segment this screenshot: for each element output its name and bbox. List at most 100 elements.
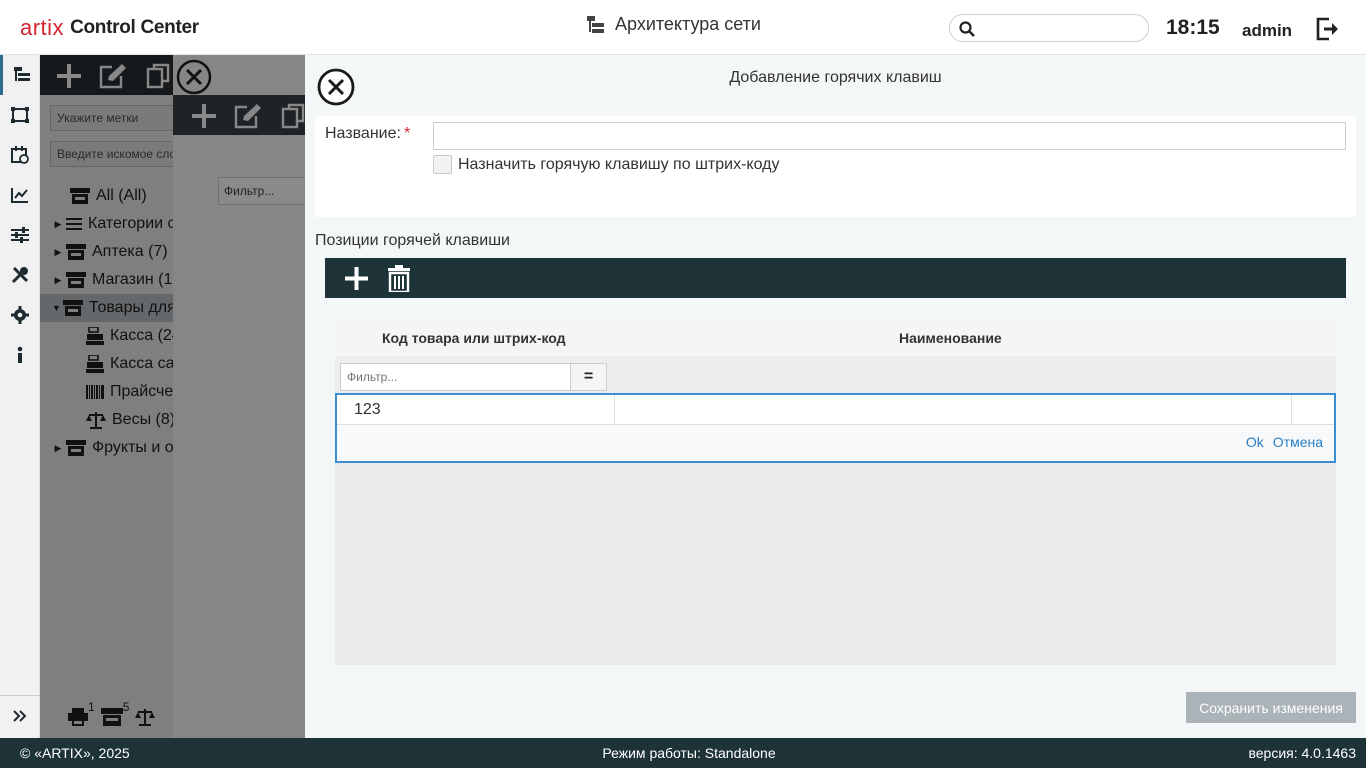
app-footer: © «ARTIX», 2025 Режим работы: Standalone… — [0, 738, 1366, 768]
code-filter-input[interactable] — [340, 363, 571, 391]
nav-rail — [0, 55, 40, 738]
sliders-icon — [11, 227, 29, 243]
expand-caret-icon[interactable]: ▶ — [52, 219, 64, 230]
app-logo[interactable]: artix Control Center — [20, 10, 199, 46]
global-search[interactable] — [949, 14, 1149, 42]
code-cell-editor[interactable]: 123 — [337, 395, 615, 425]
save-changes-button[interactable]: Сохранить изменения — [1186, 692, 1356, 723]
tree-item[interactable]: ▶ Фрукты и о — [40, 434, 173, 462]
add-hotkeys-dialog: Добавление горячих клавиш Название: * Наз… — [305, 55, 1366, 738]
scales-count[interactable] — [135, 708, 156, 726]
search-input[interactable] — [980, 18, 1140, 38]
required-marker: * — [403, 125, 411, 142]
filter-operator-button[interactable]: = — [570, 363, 607, 391]
copy-icon[interactable] — [281, 103, 305, 129]
tree-item[interactable]: ▶ Магазин (1 — [40, 266, 173, 294]
tree-icon — [13, 67, 30, 81]
nav-frame-button[interactable] — [0, 95, 40, 135]
tree-item-label: Касса (24 — [110, 327, 173, 344]
tree-search-input[interactable]: Введите искомое сло — [50, 141, 173, 167]
ok-link[interactable]: Ok — [1246, 434, 1264, 450]
tree-item-label: Аптека (7) — [92, 243, 168, 260]
info-icon — [17, 346, 23, 363]
tree-item-label: Категории с — [88, 215, 173, 232]
secondary-panel: Фильтр... — [173, 55, 305, 738]
nav-calendar-button[interactable] — [0, 135, 40, 175]
expand-caret-icon[interactable]: ▶ — [52, 275, 64, 286]
expand-caret-icon[interactable]: ▶ — [52, 443, 64, 454]
barcode-checkbox-label[interactable]: Назначить горячую клавишу по штрих-коду — [458, 156, 779, 174]
cash-register-icon — [86, 355, 104, 373]
tree-item[interactable]: ▶ Аптека (7) — [40, 238, 173, 266]
tree-item-label: Магазин (1 — [92, 271, 173, 288]
printer-count[interactable]: 1 — [68, 700, 95, 726]
tree-toolbar — [40, 55, 173, 95]
add-icon[interactable] — [191, 103, 217, 129]
edit-icon[interactable] — [233, 103, 263, 129]
user-name[interactable]: admin — [1242, 21, 1292, 41]
tree-panel: Укажите метки Введите искомое сло All (A… — [40, 55, 173, 738]
add-position-icon[interactable] — [344, 266, 369, 291]
cancel-link[interactable]: Отмена — [1273, 434, 1323, 450]
tree-item[interactable]: ▼ Товары для — [40, 294, 173, 322]
clock: 18:15 — [1166, 16, 1220, 39]
editing-row: 123 Ok Отмена — [335, 393, 1336, 463]
store-count-badge: 5 — [122, 699, 130, 714]
name-label-text: Название: — [325, 125, 401, 142]
logo-brand: artix — [20, 15, 65, 40]
expand-panel-button[interactable] — [0, 695, 40, 735]
positions-toolbar — [325, 258, 1346, 298]
chart-icon — [11, 188, 28, 203]
secondary-toolbar — [173, 95, 305, 135]
nav-settings-sliders-button[interactable] — [0, 215, 40, 255]
store-count[interactable]: 5 — [100, 700, 129, 726]
scales-icon — [135, 708, 156, 726]
tree-item[interactable]: Прайсче — [40, 378, 173, 406]
secondary-filter-input[interactable]: Фильтр... — [218, 177, 305, 205]
tree-item-label: Фрукты и о — [92, 439, 173, 456]
tree-item-label: Касса са — [110, 355, 173, 372]
nav-gear-button[interactable] — [0, 295, 40, 335]
tree-item[interactable]: Касса (24 — [40, 322, 173, 350]
column-header-name[interactable]: Наименование — [899, 330, 1002, 346]
network-tree-icon — [587, 15, 604, 33]
tree-item[interactable]: ▶ Категории с — [40, 210, 173, 238]
nav-tree-button[interactable] — [0, 55, 40, 95]
nav-info-button[interactable] — [0, 335, 40, 375]
logo-app-name: Control Center — [70, 17, 199, 38]
tree-item[interactable]: Касса са — [40, 350, 173, 378]
tree-item[interactable]: All (All) — [40, 182, 173, 210]
logout-button[interactable] — [1315, 16, 1341, 45]
copy-icon[interactable] — [146, 63, 172, 89]
name-cell-editor[interactable] — [615, 395, 1292, 425]
name-field[interactable] — [433, 122, 1346, 150]
expand-caret-icon[interactable]: ▶ — [52, 247, 64, 258]
store-icon — [66, 272, 86, 288]
row-edit-actions: Ok Отмена — [1237, 434, 1323, 450]
store-icon — [66, 244, 86, 260]
expand-icon — [13, 709, 27, 722]
collapse-caret-icon[interactable]: ▼ — [52, 303, 61, 313]
barcode-icon — [86, 385, 104, 399]
store-icon — [66, 440, 86, 456]
positions-grid: Код товара или штрих-код Наименование = … — [335, 320, 1336, 665]
app-header: artix Control Center Архитектура сети 18… — [0, 0, 1366, 55]
list-icon — [66, 217, 82, 231]
close-panel-icon[interactable] — [175, 58, 213, 96]
calendar-icon — [11, 146, 29, 164]
barcode-checkbox[interactable] — [433, 155, 452, 174]
edit-icon[interactable] — [98, 63, 128, 89]
scales-icon — [86, 411, 106, 429]
nav-tools-button[interactable] — [0, 255, 40, 295]
column-header-code[interactable]: Код товара или штрих-код — [382, 330, 566, 346]
nav-chart-button[interactable] — [0, 175, 40, 215]
tree-item-label: Прайсче — [110, 383, 173, 400]
add-icon[interactable] — [56, 63, 82, 89]
hotkey-form: Название: * Назначить горячую клавишу по … — [315, 116, 1356, 217]
tree-status-bar: 1 5 — [40, 695, 173, 738]
delete-position-icon[interactable] — [388, 265, 410, 292]
tags-input[interactable]: Укажите метки — [50, 105, 173, 131]
store-icon — [70, 188, 90, 204]
store-icon — [100, 707, 123, 726]
tree-item[interactable]: Весы (8) — [40, 406, 173, 434]
